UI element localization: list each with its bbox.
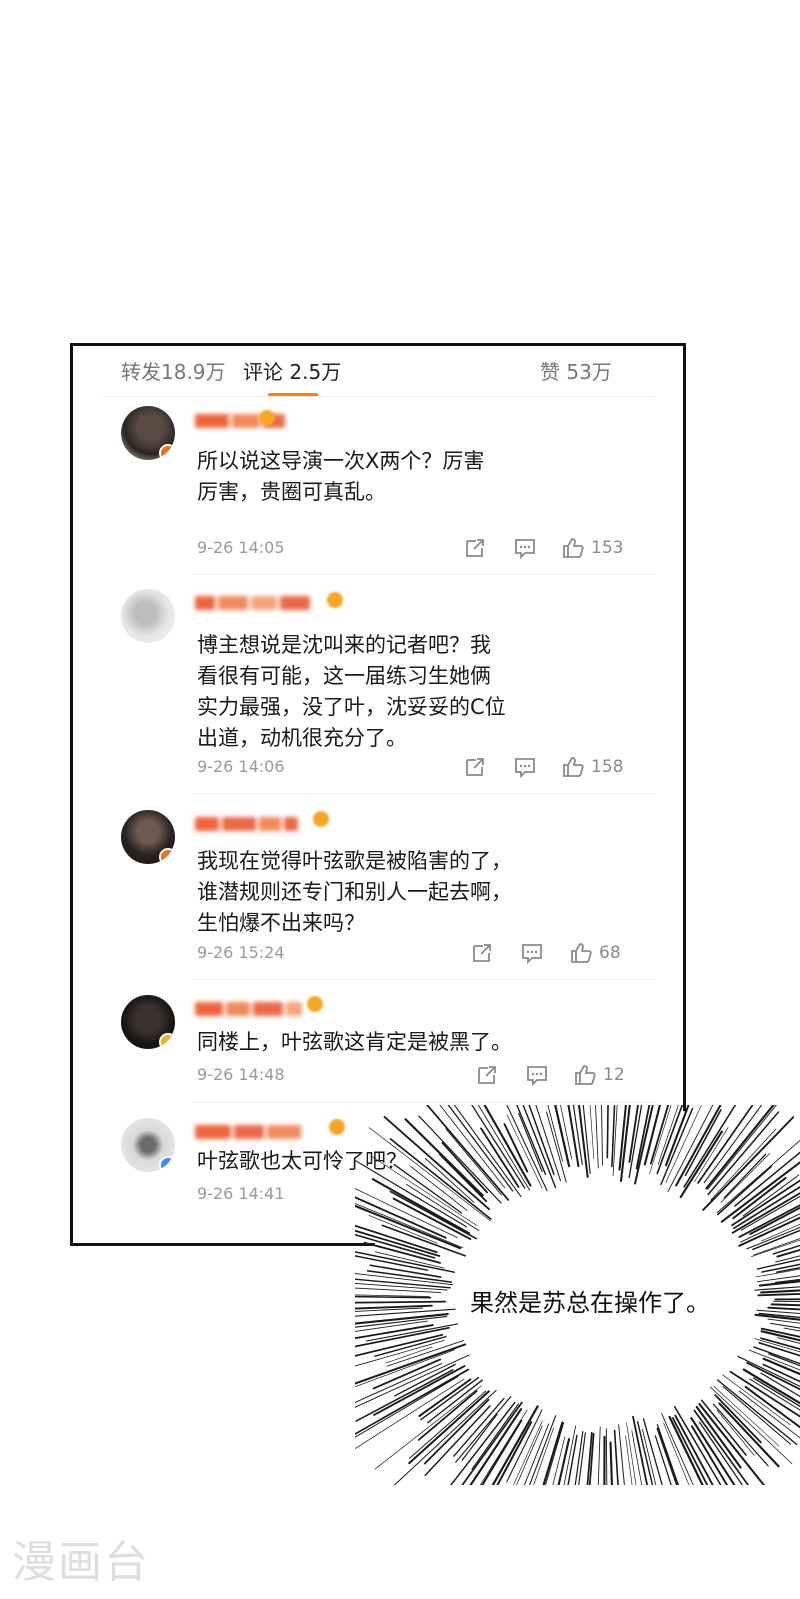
username-blurred[interactable]: [195, 1121, 345, 1139]
tab-repost[interactable]: 转发18.9万: [121, 356, 226, 385]
comment-icon[interactable]: [513, 536, 537, 560]
tab-comments[interactable]: 评论 2.5万: [243, 356, 341, 385]
speed-line: [605, 1428, 608, 1485]
member-badge-icon: [259, 410, 275, 426]
comment-time: 9-26 14:05: [197, 538, 285, 557]
speech-bubble-text: 果然是苏总在操作了。: [470, 1289, 710, 1317]
divider: [193, 979, 655, 980]
thumbs-up-icon[interactable]: [569, 941, 593, 965]
member-badge-icon: [313, 811, 329, 827]
member-badge-icon: [307, 996, 323, 1012]
avatar[interactable]: [121, 589, 175, 643]
comment-icon[interactable]: [520, 941, 544, 965]
tab-likes[interactable]: 赞 53万: [540, 356, 612, 385]
comment-meta: 9-26 15:24 68: [197, 943, 637, 967]
speed-line: [606, 1105, 609, 1159]
share-icon[interactable]: [475, 1063, 499, 1087]
avatar[interactable]: [121, 995, 175, 1049]
tab-bar: 转发18.9万 评论 2.5万 赞 53万: [103, 356, 655, 397]
comment-text: 所以说这导演一次X两个？厉害 厉害，贵圈可真乱。: [197, 449, 485, 504]
comment-time: 9-26 15:24: [197, 943, 285, 962]
divider: [193, 574, 655, 575]
like-count: 158: [591, 757, 624, 777]
like-count: 153: [591, 538, 624, 558]
member-badge-icon: [329, 1119, 345, 1135]
comment-time: 9-26 14:41: [197, 1184, 285, 1203]
comment-time: 9-26 14:48: [197, 1065, 285, 1084]
comment-icon[interactable]: [525, 1063, 549, 1087]
comment-text: 同楼上，叶弦歌这肯定是被黑了。: [197, 1030, 512, 1054]
comment-text: 我现在觉得叶弦歌是被陷害的了， 谁潜规则还专门和别人一起去啊， 生怕爆不出来吗？: [197, 849, 512, 935]
watermark: 漫画台: [12, 1537, 150, 1588]
thumbs-up-icon[interactable]: [573, 1063, 597, 1087]
thumbs-up-icon[interactable]: [561, 536, 585, 560]
avatar[interactable]: [121, 406, 175, 460]
tab-divider: [103, 396, 655, 397]
avatar[interactable]: [121, 810, 175, 864]
avatar[interactable]: [121, 1118, 175, 1172]
share-icon[interactable]: [470, 941, 494, 965]
comment-meta: 9-26 14:48 12: [197, 1065, 637, 1089]
thumbs-up-icon[interactable]: [561, 755, 585, 779]
divider: [193, 793, 655, 794]
username-blurred[interactable]: [195, 592, 345, 610]
member-badge-icon: [327, 592, 343, 608]
comment-icon[interactable]: [513, 755, 537, 779]
share-icon[interactable]: [463, 755, 487, 779]
comment-time: 9-26 14:06: [197, 757, 285, 776]
like-count: 12: [603, 1065, 625, 1085]
comment-meta: 9-26 14:06 158: [197, 757, 637, 781]
comment-meta: 9-26 14:05 153: [197, 538, 637, 562]
share-icon[interactable]: [463, 536, 487, 560]
comment-text: 博主想说是沈叫来的记者吧？我 看很有可能，这一届练习生她俩 实力最强，没了叶，沈…: [197, 633, 506, 750]
divider: [193, 1101, 655, 1102]
like-count: 68: [599, 943, 621, 963]
